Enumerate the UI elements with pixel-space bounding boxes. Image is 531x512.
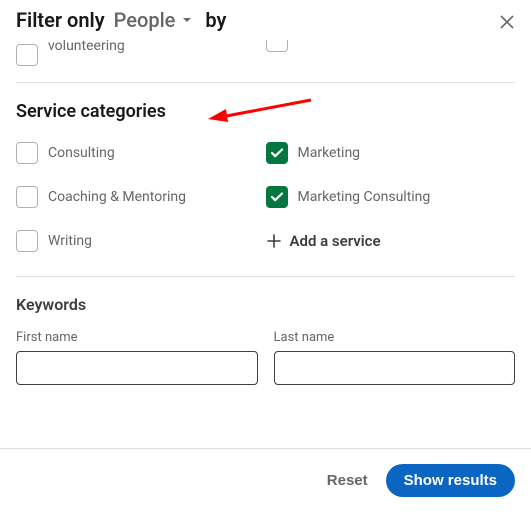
checkbox-volunteering[interactable] (16, 44, 38, 66)
option-marketing-consulting[interactable]: Marketing Consulting (266, 186, 516, 208)
modal-header: Filter only People by (0, 0, 531, 40)
section-divider (16, 82, 515, 83)
first-name-input[interactable] (16, 351, 258, 385)
first-name-label: First name (16, 330, 258, 345)
checkbox-marketing[interactable] (266, 142, 288, 164)
option-label: volunteering (48, 40, 125, 54)
option-label: Writing (48, 230, 92, 252)
add-service-button[interactable]: Add a service (266, 232, 381, 250)
last-name-input[interactable] (274, 351, 516, 385)
annotation-arrow-icon (206, 95, 316, 125)
keywords-title: Keywords (16, 295, 515, 314)
filter-only-label: Filter only (16, 8, 105, 32)
cutoff-field-right (274, 403, 516, 407)
check-icon (270, 190, 284, 204)
checkbox-coaching-mentoring[interactable] (16, 186, 38, 208)
option-label: Marketing (298, 142, 361, 164)
checkbox-writing[interactable] (16, 230, 38, 252)
close-button[interactable] (497, 12, 517, 36)
close-icon (497, 12, 517, 32)
show-results-button[interactable]: Show results (386, 464, 515, 497)
add-service-label: Add a service (290, 232, 381, 250)
option-marketing[interactable]: Marketing (266, 142, 516, 164)
service-categories-title: Service categories (16, 101, 515, 122)
cutoff-field-left (16, 403, 258, 407)
checkbox-marketing-consulting[interactable] (266, 186, 288, 208)
previous-section-partial: volunteering (16, 40, 515, 66)
entity-dropdown[interactable]: People (114, 8, 196, 32)
service-categories-options: Consulting Marketing Coaching & Mentorin… (16, 142, 515, 274)
modal-footer: Reset Show results (0, 448, 531, 512)
option-label: Coaching & Mentoring (48, 186, 186, 208)
option-label: Consulting (48, 142, 115, 164)
option-writing[interactable]: Writing (16, 230, 266, 252)
last-name-label: Last name (274, 330, 516, 345)
plus-icon (266, 233, 282, 249)
cutoff-labels-row (16, 403, 515, 413)
option-consulting[interactable]: Consulting (16, 142, 266, 164)
option-label: Marketing Consulting (298, 186, 431, 208)
add-service-row: Add a service (266, 230, 516, 252)
filters-scroll-area: volunteering Service categories Consulti… (0, 40, 531, 440)
check-icon (270, 146, 284, 160)
section-divider (16, 276, 515, 277)
option-coaching-mentoring[interactable]: Coaching & Mentoring (16, 186, 266, 208)
checkbox-partial-right[interactable] (266, 40, 288, 52)
checkbox-consulting[interactable] (16, 142, 38, 164)
entity-dropdown-value: People (114, 8, 176, 32)
reset-button[interactable]: Reset (327, 472, 368, 489)
chevron-down-icon (179, 12, 195, 28)
by-label: by (205, 8, 226, 32)
keywords-inputs-row: First name Last name (16, 330, 515, 385)
